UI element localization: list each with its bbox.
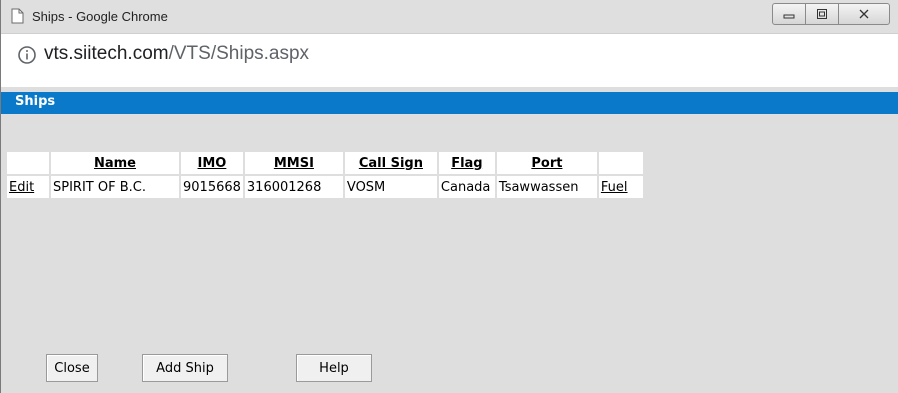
- page-content: Name IMO MMSI Call Sign Flag Port Edit S…: [1, 114, 898, 393]
- title-bar: Ships - Google Chrome: [1, 0, 898, 34]
- page-header: Ships: [1, 92, 898, 114]
- url-path: /VTS/Ships.aspx: [168, 43, 310, 64]
- window-title: Ships - Google Chrome: [32, 9, 168, 24]
- url-host: vts.siitech.com: [44, 43, 169, 64]
- column-header-edit: [7, 152, 49, 174]
- column-header-port[interactable]: Port: [496, 152, 597, 174]
- column-header-imo[interactable]: IMO: [181, 152, 243, 174]
- minimize-button[interactable]: [772, 3, 806, 25]
- maximize-icon: [817, 9, 827, 19]
- fuel-cell: Fuel: [598, 176, 643, 198]
- table-row: Edit SPIRIT OF B.C. 9015668 316001268 VO…: [7, 176, 643, 198]
- window-controls: [772, 3, 890, 25]
- ship-mmsi: 316001268: [244, 176, 343, 198]
- minimize-icon: [783, 14, 795, 19]
- ship-port: Tsawwassen: [496, 176, 597, 198]
- address-bar[interactable]: vts.siitech.com/VTS/Ships.aspx: [1, 34, 898, 87]
- page-title: Ships: [15, 94, 56, 109]
- browser-window: Ships - Google Chrome vts.siitech.com/VT…: [0, 0, 898, 393]
- close-icon: [859, 9, 869, 19]
- column-header-mmsi[interactable]: MMSI: [244, 152, 343, 174]
- page-icon: [11, 8, 24, 24]
- column-header-name[interactable]: Name: [51, 152, 179, 174]
- ship-flag: Canada: [438, 176, 495, 198]
- column-header-fuel: [598, 152, 643, 174]
- table-header-row: Name IMO MMSI Call Sign Flag Port: [7, 152, 643, 174]
- help-button[interactable]: Help: [296, 354, 372, 382]
- edit-link[interactable]: Edit: [9, 180, 34, 195]
- fuel-link[interactable]: Fuel: [601, 180, 628, 195]
- close-button[interactable]: Close: [46, 354, 98, 382]
- ship-call-sign: VOSM: [344, 176, 437, 198]
- close-window-button[interactable]: [838, 3, 890, 25]
- info-icon[interactable]: [17, 45, 37, 65]
- column-header-flag[interactable]: Flag: [438, 152, 495, 174]
- column-header-call-sign[interactable]: Call Sign: [344, 152, 437, 174]
- url-text[interactable]: vts.siitech.com/VTS/Ships.aspx: [44, 43, 309, 65]
- edit-cell: Edit: [7, 176, 49, 198]
- ship-name: SPIRIT OF B.C.: [51, 176, 179, 198]
- ships-table: Name IMO MMSI Call Sign Flag Port Edit S…: [5, 150, 645, 200]
- ship-imo: 9015668: [181, 176, 243, 198]
- add-ship-button[interactable]: Add Ship: [142, 354, 228, 382]
- maximize-button[interactable]: [805, 3, 839, 25]
